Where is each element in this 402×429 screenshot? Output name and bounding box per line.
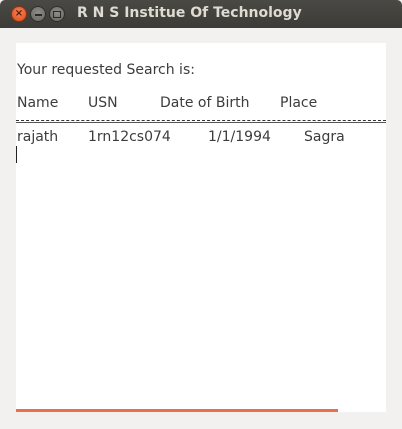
close-icon: × [14,8,24,19]
maximize-button[interactable] [49,6,65,22]
column-header-usn: USN [88,95,118,111]
minimize-button[interactable] [30,6,46,22]
window-title: R N S Institue Of Technology [77,5,302,21]
progress-bar [16,409,386,412]
column-header-dob: Date of Birth [160,95,250,111]
header-divider-line [16,122,386,123]
results-text-area[interactable]: Your requested Search is: Name USN Date … [16,43,386,412]
search-heading: Your requested Search is: [17,62,195,78]
cell-name: rajath [17,129,59,145]
minimize-icon [34,13,42,16]
close-button[interactable]: × [11,6,27,22]
column-header-place: Place [280,95,318,111]
title-bar[interactable]: × R N S Institue Of Technology [0,0,402,28]
text-cursor [16,146,17,163]
cell-usn: 1rn12cs074 [88,129,171,145]
column-header-name: Name [17,95,59,111]
progress-fill [16,409,338,412]
header-divider [16,120,386,121]
cell-dob: 1/1/1994 [208,129,271,145]
cell-place: Sagra [304,129,345,145]
maximize-icon [53,10,61,18]
